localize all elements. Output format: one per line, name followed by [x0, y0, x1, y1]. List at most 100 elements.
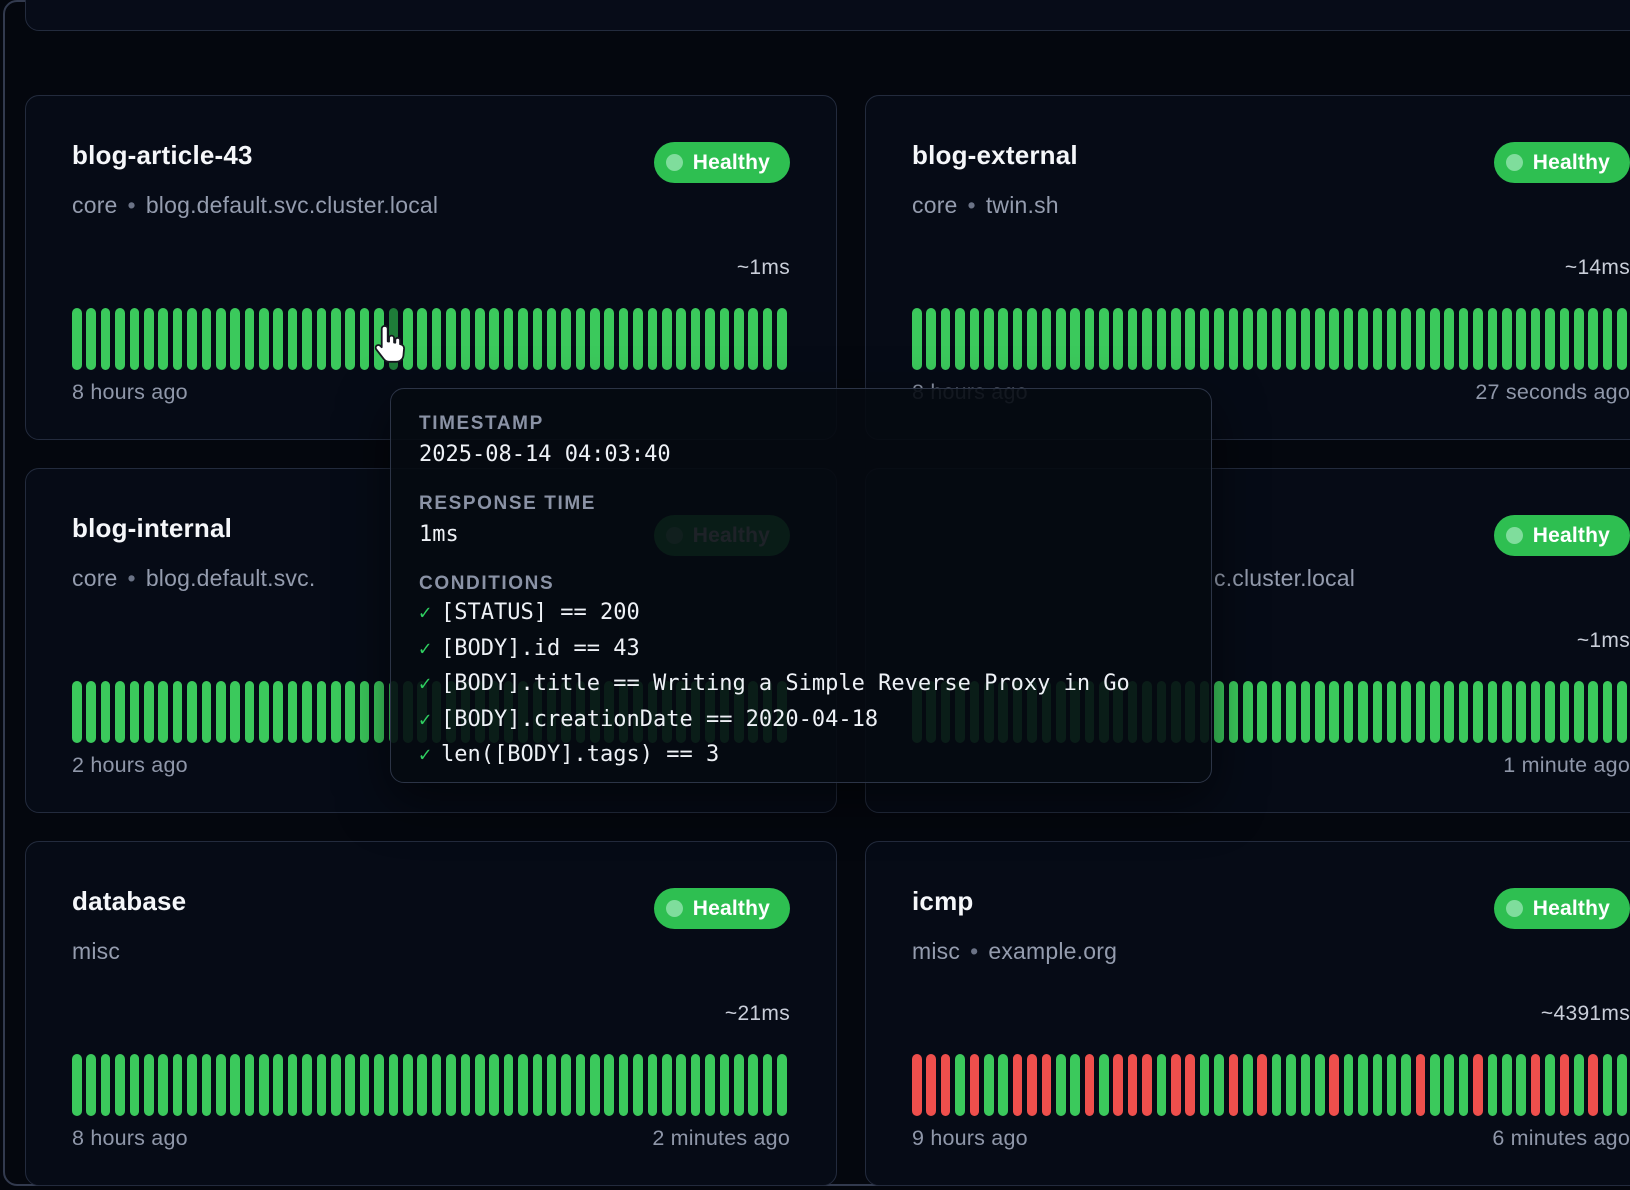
uptime-bar[interactable]: [547, 1054, 557, 1116]
uptime-bar[interactable]: [1603, 681, 1613, 743]
uptime-bar[interactable]: [360, 1054, 370, 1116]
uptime-bar[interactable]: [1243, 681, 1253, 743]
uptime-bar[interactable]: [317, 308, 327, 370]
uptime-bar[interactable]: [763, 1054, 773, 1116]
uptime-bar[interactable]: [1329, 681, 1339, 743]
uptime-bar[interactable]: [1344, 308, 1354, 370]
uptime-bar[interactable]: [1272, 308, 1282, 370]
uptime-bar[interactable]: [1488, 681, 1498, 743]
uptime-bar[interactable]: [1214, 308, 1224, 370]
uptime-bar[interactable]: [1617, 308, 1627, 370]
uptime-bar[interactable]: [705, 1054, 715, 1116]
uptime-bar[interactable]: [576, 1054, 586, 1116]
uptime-bar[interactable]: [970, 1054, 980, 1116]
uptime-bar[interactable]: [288, 308, 298, 370]
uptime-bar[interactable]: [317, 1054, 327, 1116]
uptime-bar[interactable]: [1113, 308, 1123, 370]
uptime-bar[interactable]: [691, 308, 701, 370]
uptime-bar[interactable]: [1229, 1054, 1239, 1116]
partial-card-above[interactable]: [25, 0, 1630, 31]
uptime-bar[interactable]: [1042, 1054, 1052, 1116]
uptime-bar[interactable]: [86, 1054, 96, 1116]
uptime-bar[interactable]: [230, 1054, 240, 1116]
uptime-bar[interactable]: [403, 1054, 413, 1116]
uptime-bar[interactable]: [1286, 308, 1296, 370]
uptime-bar[interactable]: [1603, 308, 1613, 370]
uptime-bar[interactable]: [1085, 308, 1095, 370]
uptime-bar[interactable]: [1315, 681, 1325, 743]
uptime-bar[interactable]: [86, 681, 96, 743]
uptime-bar[interactable]: [446, 1054, 456, 1116]
uptime-bar[interactable]: [1444, 308, 1454, 370]
uptime-bar[interactable]: [130, 1054, 140, 1116]
uptime-bar[interactable]: [1358, 1054, 1368, 1116]
uptime-bar[interactable]: [619, 308, 629, 370]
uptime-bar[interactable]: [1099, 308, 1109, 370]
uptime-bar[interactable]: [273, 681, 283, 743]
uptime-bar[interactable]: [317, 681, 327, 743]
uptime-bar[interactable]: [1056, 1054, 1066, 1116]
uptime-bar[interactable]: [1344, 1054, 1354, 1116]
uptime-bar[interactable]: [1070, 308, 1080, 370]
uptime-bar[interactable]: [1214, 681, 1224, 743]
uptime-bar[interactable]: [1502, 1054, 1512, 1116]
uptime-bar[interactable]: [648, 1054, 658, 1116]
uptime-bar[interactable]: [1459, 308, 1469, 370]
uptime-bar[interactable]: [1329, 1054, 1339, 1116]
uptime-bar[interactable]: [1200, 1054, 1210, 1116]
uptime-bar[interactable]: [1545, 1054, 1555, 1116]
uptime-bar[interactable]: [115, 681, 125, 743]
uptime-bar[interactable]: [1574, 681, 1584, 743]
uptime-bar[interactable]: [230, 681, 240, 743]
uptime-bar[interactable]: [1272, 1054, 1282, 1116]
uptime-bar[interactable]: [777, 1054, 787, 1116]
uptime-bar[interactable]: [1027, 1054, 1037, 1116]
uptime-bar[interactable]: [1257, 1054, 1267, 1116]
uptime-bar[interactable]: [345, 1054, 355, 1116]
uptime-bar[interactable]: [446, 308, 456, 370]
uptime-bar[interactable]: [302, 681, 312, 743]
uptime-bar[interactable]: [1387, 681, 1397, 743]
uptime-bar[interactable]: [1488, 1054, 1498, 1116]
uptime-bar[interactable]: [1085, 1054, 1095, 1116]
uptime-bar[interactable]: [461, 308, 471, 370]
uptime-bar[interactable]: [941, 1054, 951, 1116]
uptime-bar[interactable]: [374, 1054, 384, 1116]
uptime-bar[interactable]: [1243, 1054, 1253, 1116]
uptime-bar[interactable]: [1617, 681, 1627, 743]
uptime-bar[interactable]: [912, 308, 922, 370]
uptime-bar[interactable]: [1157, 1054, 1167, 1116]
uptime-bar[interactable]: [273, 1054, 283, 1116]
uptime-bar[interactable]: [720, 1054, 730, 1116]
uptime-bar[interactable]: [926, 1054, 936, 1116]
uptime-bar[interactable]: [1142, 308, 1152, 370]
uptime-bar[interactable]: [345, 308, 355, 370]
uptime-bar[interactable]: [360, 681, 370, 743]
uptime-bar[interactable]: [1128, 308, 1138, 370]
uptime-bar[interactable]: [288, 681, 298, 743]
uptime-bar[interactable]: [763, 308, 773, 370]
uptime-bar[interactable]: [1387, 308, 1397, 370]
uptime-bar[interactable]: [1516, 1054, 1526, 1116]
uptime-bar[interactable]: [1502, 308, 1512, 370]
uptime-bar[interactable]: [1416, 681, 1426, 743]
uptime-bar[interactable]: [288, 1054, 298, 1116]
uptime-bar[interactable]: [360, 308, 370, 370]
uptime-bar[interactable]: [1257, 308, 1267, 370]
uptime-bar[interactable]: [1099, 1054, 1109, 1116]
uptime-bar[interactable]: [461, 1054, 471, 1116]
uptime-bar[interactable]: [1027, 308, 1037, 370]
uptime-bar[interactable]: [417, 308, 427, 370]
uptime-bar[interactable]: [504, 308, 514, 370]
uptime-bar[interactable]: [1171, 308, 1181, 370]
uptime-bar[interactable]: [216, 681, 226, 743]
uptime-bar[interactable]: [1617, 1054, 1627, 1116]
uptime-bar[interactable]: [1588, 308, 1598, 370]
uptime-bar[interactable]: [245, 308, 255, 370]
uptime-bar[interactable]: [1229, 681, 1239, 743]
uptime-bar[interactable]: [604, 308, 614, 370]
uptime-bar[interactable]: [72, 308, 82, 370]
uptime-bar[interactable]: [984, 308, 994, 370]
uptime-bar[interactable]: [1272, 681, 1282, 743]
uptime-bar[interactable]: [1013, 308, 1023, 370]
